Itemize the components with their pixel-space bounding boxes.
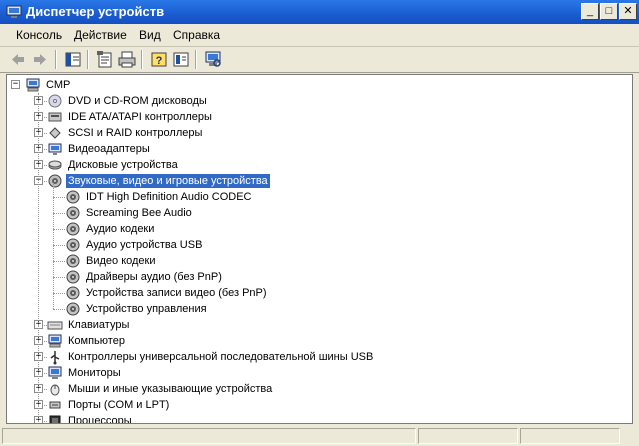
status-pane-main bbox=[2, 428, 416, 444]
scsi-icon bbox=[49, 127, 61, 139]
toolbar-separator bbox=[195, 50, 197, 69]
toolbar-separator bbox=[141, 50, 143, 69]
root-collapse-toggle[interactable]: − bbox=[11, 80, 20, 89]
svg-text:?: ? bbox=[156, 55, 163, 67]
tree-category[interactable]: Дисковые устройства bbox=[66, 158, 180, 172]
tree-device[interactable]: Аудио устройства USB bbox=[84, 238, 204, 252]
device-manager-window: Диспетчер устройств _ □ ✕ Консоль Действ… bbox=[0, 0, 639, 446]
close-button[interactable]: ✕ bbox=[619, 3, 637, 20]
maximize-button[interactable]: □ bbox=[600, 3, 618, 20]
tree-connector bbox=[53, 261, 65, 262]
tree-category[interactable]: SCSI и RAID контроллеры bbox=[66, 126, 204, 140]
tree-device[interactable]: IDT High Definition Audio CODEC bbox=[84, 190, 253, 204]
tree-category[interactable]: Контроллеры универсальной последовательн… bbox=[66, 350, 375, 364]
device-icon bbox=[66, 286, 80, 300]
sound-icon bbox=[48, 174, 62, 188]
view-icon[interactable] bbox=[171, 50, 191, 69]
help-icon[interactable]: ? bbox=[149, 50, 169, 69]
monitor-icon bbox=[48, 366, 62, 379]
computer-icon bbox=[48, 334, 62, 348]
display-adapter-icon bbox=[48, 143, 62, 155]
tree-connector bbox=[53, 245, 65, 246]
menu-bar: Консоль Действие Вид Справка bbox=[0, 24, 639, 47]
scan-hardware-icon[interactable] bbox=[203, 50, 223, 69]
device-icon bbox=[66, 190, 80, 204]
tree-root-computer[interactable]: СМР bbox=[44, 78, 72, 92]
tree-connector bbox=[53, 309, 65, 310]
tree-connector bbox=[53, 229, 65, 230]
menu-help[interactable]: Справка bbox=[173, 28, 220, 42]
menu-view[interactable]: Вид bbox=[139, 28, 161, 42]
device-icon bbox=[66, 254, 80, 268]
forward-arrow-icon[interactable] bbox=[30, 50, 50, 69]
toolbar-separator bbox=[87, 50, 89, 69]
device-tree[interactable]: − СМР + DVD и CD-ROM дисководы + IDE ATA/ATAP… bbox=[6, 74, 633, 424]
usb-icon bbox=[50, 351, 60, 365]
tree-connector bbox=[38, 93, 39, 421]
tree-connector bbox=[53, 197, 65, 198]
tree-connector bbox=[53, 293, 65, 294]
print-icon[interactable] bbox=[117, 50, 137, 69]
tree-device[interactable]: Устройства записи видео (без PnP) bbox=[84, 286, 269, 300]
title-bar[interactable]: Диспетчер устройств _ □ ✕ bbox=[0, 0, 639, 24]
tree-device[interactable]: Screaming Bee Audio bbox=[84, 206, 194, 220]
device-icon bbox=[66, 222, 80, 236]
tree-device[interactable]: Драйверы аудио (без PnP) bbox=[84, 270, 224, 284]
disk-drive-icon bbox=[48, 160, 62, 170]
tree-device[interactable]: Видео кодеки bbox=[84, 254, 158, 268]
tree-category[interactable]: Процессоры bbox=[66, 414, 134, 423]
tree-category[interactable]: Компьютер bbox=[66, 334, 127, 348]
mouse-icon bbox=[50, 384, 60, 396]
tree-category[interactable]: Мыши и иные указывающие устройства bbox=[66, 382, 274, 396]
device-icon bbox=[66, 238, 80, 252]
tree-category[interactable]: IDE ATA/ATAPI контроллеры bbox=[66, 110, 214, 124]
processor-icon bbox=[49, 415, 61, 423]
status-pane-3 bbox=[520, 428, 620, 444]
toolbar: ? bbox=[0, 47, 639, 73]
tree-category[interactable]: DVD и CD-ROM дисководы bbox=[66, 94, 209, 108]
device-icon bbox=[66, 302, 80, 316]
device-icon bbox=[66, 270, 80, 284]
tree-category[interactable]: Мониторы bbox=[66, 366, 123, 380]
tree-device[interactable]: Аудио кодеки bbox=[84, 222, 156, 236]
tree-connector bbox=[53, 277, 65, 278]
tree-category[interactable]: Клавиатуры bbox=[66, 318, 131, 332]
tree-category[interactable]: Порты (COM и LPT) bbox=[66, 398, 171, 412]
back-arrow-icon[interactable] bbox=[8, 50, 28, 69]
show-hide-tree-icon[interactable] bbox=[63, 50, 83, 69]
tree-device[interactable]: Устройство управления bbox=[84, 302, 209, 316]
window-title: Диспетчер устройств bbox=[26, 4, 165, 19]
tree-connector bbox=[53, 183, 54, 309]
computer-icon bbox=[26, 78, 40, 92]
tree-category[interactable]: Видеоадаптеры bbox=[66, 142, 152, 156]
status-bar bbox=[0, 426, 639, 446]
tree-category[interactable]: Звуковые, видео и игровые устройства bbox=[66, 174, 270, 188]
properties-icon[interactable] bbox=[95, 50, 115, 69]
tree-connector bbox=[53, 213, 65, 214]
port-icon bbox=[49, 401, 61, 409]
keyboard-icon bbox=[47, 321, 63, 330]
minimize-button[interactable]: _ bbox=[581, 3, 599, 20]
status-pane-2 bbox=[418, 428, 518, 444]
cdrom-icon bbox=[48, 94, 62, 108]
toolbar-separator bbox=[55, 50, 57, 69]
menu-action[interactable]: Действие bbox=[74, 28, 127, 42]
ide-controller-icon bbox=[48, 112, 62, 122]
menu-console[interactable]: Консоль bbox=[16, 28, 62, 42]
device-manager-app-icon bbox=[6, 5, 22, 18]
device-icon bbox=[66, 206, 80, 220]
